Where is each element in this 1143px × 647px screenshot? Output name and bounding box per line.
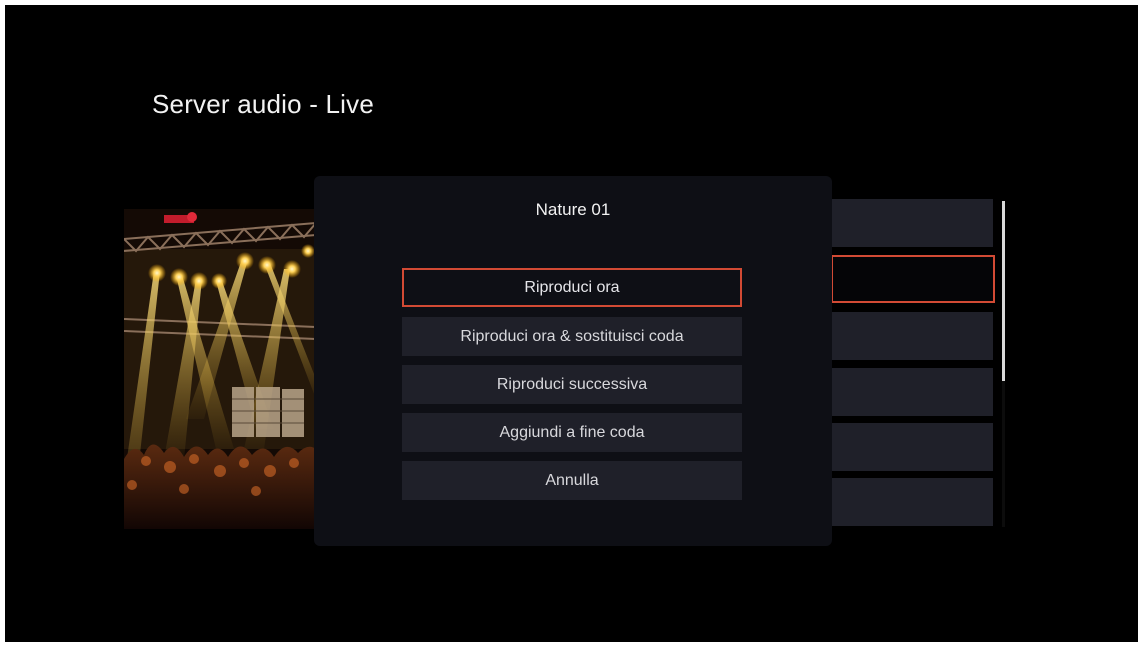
- play-next-button[interactable]: Riproduci successiva: [402, 365, 742, 404]
- page-title: Server audio - Live: [152, 89, 375, 119]
- scrollbar-thumb[interactable]: [1002, 201, 1005, 381]
- concert-stage-image: [124, 209, 316, 529]
- track-list-row[interactable]: [831, 423, 993, 471]
- scrollbar[interactable]: [1002, 201, 1005, 527]
- play-now-button[interactable]: Riproduci ora: [402, 268, 742, 307]
- context-menu-dialog: Nature 01 Riproduci ora Riproduci ora & …: [314, 176, 832, 546]
- track-list-row[interactable]: [831, 368, 993, 416]
- track-list-row[interactable]: [831, 312, 993, 360]
- cancel-button[interactable]: Annulla: [402, 461, 742, 500]
- album-art: [124, 209, 316, 529]
- track-list-row-focused[interactable]: [831, 255, 995, 303]
- add-to-end-of-queue-button[interactable]: Aggiundi a fine coda: [402, 413, 742, 452]
- dialog-title: Nature 01: [535, 200, 611, 219]
- track-list-row[interactable]: [831, 478, 993, 526]
- track-list-row[interactable]: [831, 199, 993, 247]
- play-now-replace-queue-button[interactable]: Riproduci ora & sostituisci coda: [402, 317, 742, 356]
- tv-screen: Server audio - Live Nature 01 Riproduci …: [5, 5, 1138, 642]
